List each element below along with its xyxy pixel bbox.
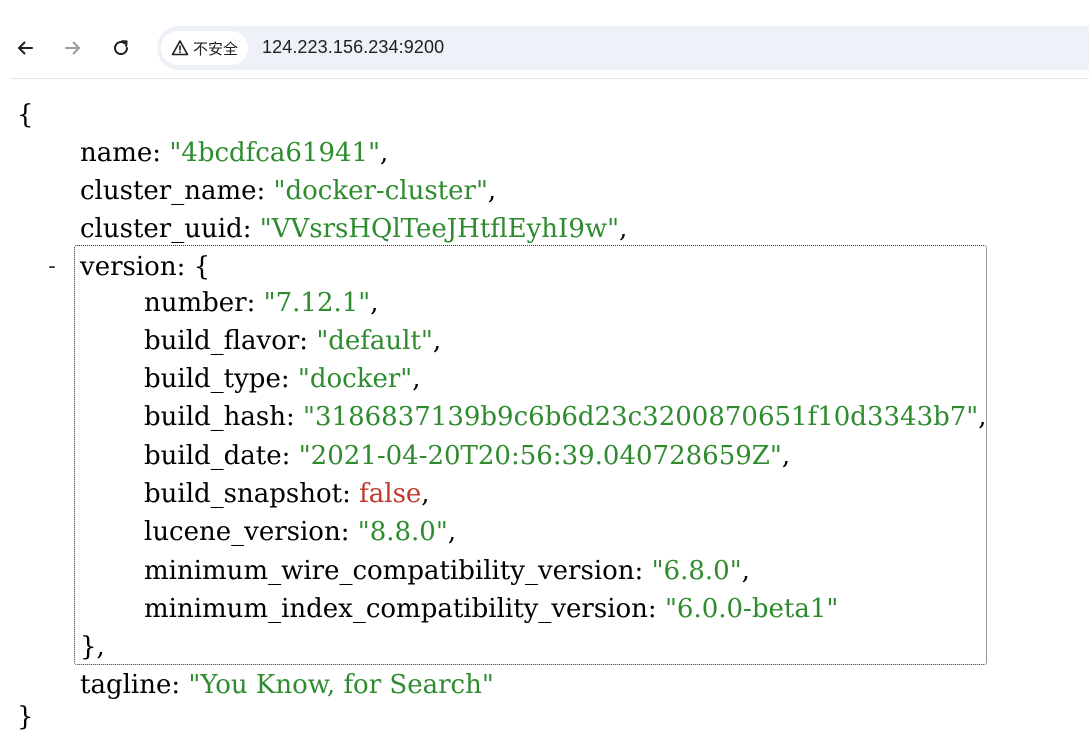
json-value: "3186837139b9c6b6d23c3200870651f10d3343b… bbox=[303, 402, 979, 432]
json-key: number bbox=[144, 288, 247, 318]
version-close-brace: }, bbox=[80, 632, 105, 662]
json-value: "8.8.0" bbox=[357, 517, 448, 547]
json-row-min-wire-version: minimum_wire_compatibility_version: "6.8… bbox=[144, 556, 750, 586]
json-row-tagline: tagline: "You Know, for Search" bbox=[80, 670, 494, 700]
collapse-toggle-version[interactable]: - bbox=[44, 252, 60, 282]
json-value: "docker-cluster" bbox=[273, 176, 488, 206]
json-key: build_date bbox=[144, 441, 282, 471]
json-row-build-type: build_type: "docker", bbox=[144, 364, 421, 394]
json-value: "6.8.0" bbox=[651, 556, 742, 586]
json-row-lucene-version: lucene_version: "8.8.0", bbox=[144, 517, 457, 547]
json-row-build-snapshot: build_snapshot: false, bbox=[144, 479, 430, 509]
json-value: "7.12.1" bbox=[263, 288, 371, 318]
json-key: tagline bbox=[80, 670, 172, 700]
json-row-build-hash: build_hash: "3186837139b9c6b6d23c3200870… bbox=[144, 402, 987, 432]
root-open-brace: { bbox=[17, 100, 34, 130]
json-row-build-date: build_date: "2021-04-20T20:56:39.0407286… bbox=[144, 441, 791, 471]
json-key: name bbox=[80, 138, 153, 168]
json-key: minimum_index_compatibility_version bbox=[144, 594, 648, 624]
json-row-cluster-name: cluster_name: "docker-cluster", bbox=[80, 176, 497, 206]
json-row-min-index-version: minimum_index_compatibility_version: "6.… bbox=[144, 594, 839, 624]
json-row-cluster-uuid: cluster_uuid: "VVsrsHQlTeeJHtflEyhI9w", bbox=[80, 214, 628, 244]
json-key: cluster_uuid bbox=[80, 214, 243, 244]
json-row-version[interactable]: version: { bbox=[80, 252, 210, 282]
json-value: "docker" bbox=[297, 364, 413, 394]
json-value: "6.0.0-beta1" bbox=[664, 594, 839, 624]
json-value: false bbox=[359, 479, 422, 509]
json-key: build_snapshot bbox=[144, 479, 343, 509]
json-row-number: number: "7.12.1", bbox=[144, 288, 379, 318]
json-key: build_type bbox=[144, 364, 281, 394]
root-close-brace: } bbox=[17, 702, 34, 732]
json-viewer: { name: "4bcdfca61941", cluster_name: "d… bbox=[0, 0, 1089, 732]
json-key: lucene_version bbox=[144, 517, 341, 547]
json-key: build_hash bbox=[144, 402, 286, 432]
json-row-build-flavor: build_flavor: "default", bbox=[144, 326, 442, 356]
json-value: "default" bbox=[316, 326, 433, 356]
json-key: version bbox=[80, 252, 177, 282]
json-row-name: name: "4bcdfca61941", bbox=[80, 138, 389, 168]
json-key: cluster_name bbox=[80, 176, 257, 206]
json-value: "4bcdfca61941" bbox=[169, 138, 381, 168]
json-value: "You Know, for Search" bbox=[188, 670, 494, 700]
json-value: "2021-04-20T20:56:39.040728659Z" bbox=[298, 441, 782, 471]
json-value: "VVsrsHQlTeeJHtflEyhI9w" bbox=[259, 214, 620, 244]
json-key: minimum_wire_compatibility_version bbox=[144, 556, 635, 586]
json-key: build_flavor bbox=[144, 326, 300, 356]
